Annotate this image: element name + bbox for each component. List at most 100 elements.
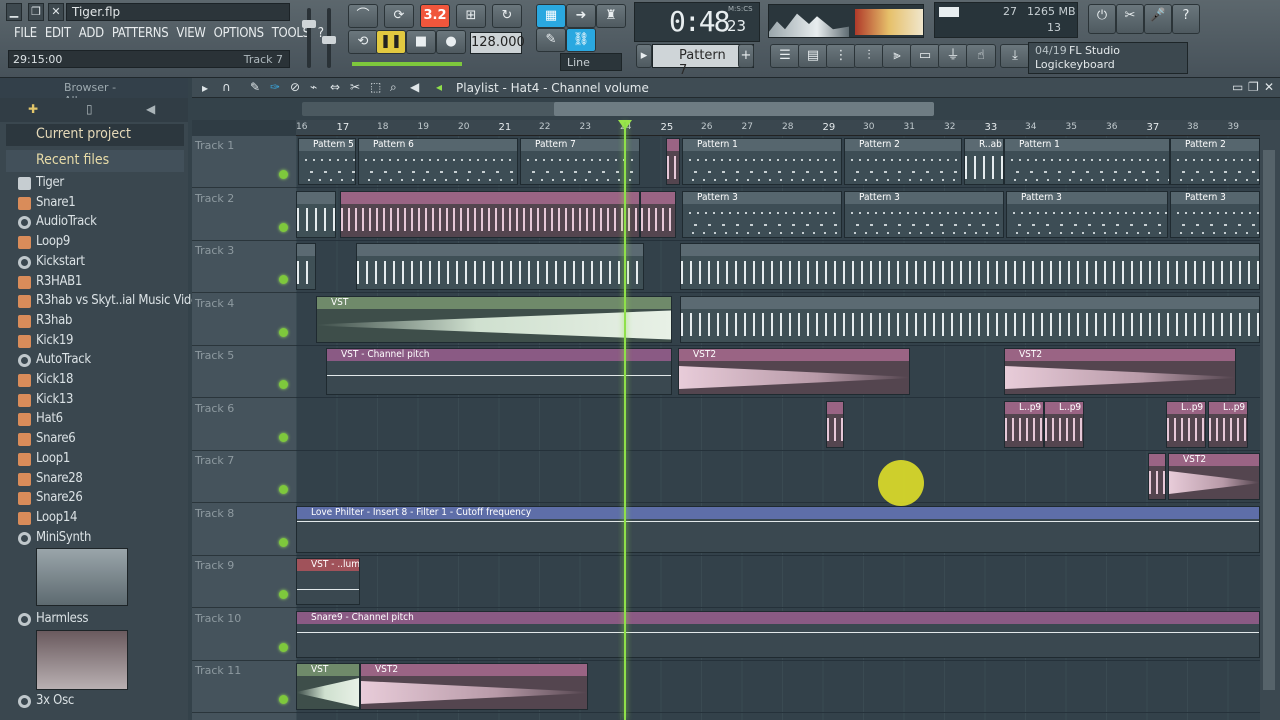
recent-files-folder[interactable]: Recent files (6, 150, 184, 172)
browser-item-harmless[interactable]: Harmless (0, 610, 188, 630)
window-minimize-icon[interactable]: ▭ (1232, 80, 1243, 94)
track-mute-led[interactable] (279, 170, 288, 179)
track-header[interactable]: Track 2 (192, 189, 296, 241)
menu-options[interactable]: OPTIONS (210, 24, 268, 44)
stop-button[interactable]: ■ (406, 30, 436, 54)
harmless-thumbnail[interactable] (36, 630, 128, 690)
loop-record-icon[interactable]: ↻ (492, 4, 522, 28)
delete-tool-icon[interactable]: ⊘ (290, 80, 300, 94)
browser-item[interactable]: Kick18 (0, 371, 188, 391)
playlist-clip[interactable]: VST2 (1168, 453, 1260, 500)
close-button[interactable]: ✕ (48, 3, 64, 21)
pencil-icon[interactable]: ✎ (536, 28, 566, 52)
wait-icon[interactable]: ⟳ (384, 4, 414, 28)
horizontal-scrollbar[interactable] (192, 98, 1280, 120)
pause-button[interactable]: ❚❚ (376, 30, 406, 54)
tools-icon[interactable]: ✂ (1116, 4, 1144, 34)
playlist-clip[interactable]: VST2 (1004, 348, 1236, 395)
playlist-clip[interactable]: Pattern 3 (844, 190, 1004, 238)
playlist-clip[interactable]: VST2 (360, 663, 588, 710)
time-display[interactable]: 0:48 23 M:S:CS (634, 2, 760, 42)
menu-file[interactable]: FILE (10, 24, 41, 44)
vertical-scrollbar[interactable] (1260, 120, 1280, 720)
track-mute-led[interactable] (279, 327, 288, 337)
playlist-clip[interactable]: VST (296, 663, 360, 710)
track-mute-led[interactable] (279, 380, 288, 389)
playlist-clip[interactable] (356, 243, 644, 290)
typing-keyboard-icon[interactable]: ♜ (596, 4, 626, 28)
browser-item[interactable]: Loop14 (0, 509, 188, 529)
track-mute-led[interactable] (279, 222, 288, 232)
playlist-clip[interactable]: Pattern 1 (682, 138, 842, 185)
zoom-tool-icon[interactable]: ⌕ (390, 80, 397, 95)
track-header[interactable]: Track 7 (192, 451, 296, 503)
browser-item[interactable]: Snare26 (0, 489, 188, 509)
playlist-clip[interactable]: Pattern 3 (1170, 190, 1260, 238)
browser-item[interactable]: AudioTrack (0, 213, 188, 233)
select-tool-icon[interactable]: ⬚ (370, 80, 381, 94)
playlist-clip[interactable] (680, 295, 1260, 343)
browser-item[interactable]: Kick13 (0, 391, 188, 411)
add-icon[interactable]: ✚ (28, 102, 38, 116)
playlist-clip[interactable] (296, 243, 316, 290)
playlist-clip[interactable]: Pattern 2 (1170, 138, 1260, 185)
paint-tool-icon[interactable]: ✑ (270, 80, 280, 94)
master-pitch-slider[interactable] (322, 8, 336, 68)
browser-icon[interactable]: ▭ (910, 44, 940, 68)
pattern-prev-icon[interactable]: ▸ (636, 44, 652, 68)
track-header[interactable]: Track 5 (192, 346, 296, 398)
playlist-clip[interactable] (1148, 453, 1166, 500)
track-lane[interactable] (296, 451, 1260, 503)
playlist-clip[interactable]: L..p9 (1004, 400, 1044, 448)
track-header[interactable]: Track 9 (192, 556, 296, 608)
track-header[interactable]: Track 6 (192, 399, 296, 451)
playlist-clip[interactable] (296, 190, 336, 238)
track-mute-led[interactable] (279, 590, 288, 599)
playlist-clip[interactable]: Pattern 5 (298, 138, 356, 185)
browser-item[interactable]: Hat6 (0, 410, 188, 430)
arrow-icon[interactable]: ➜ (566, 4, 596, 28)
browser-item[interactable]: Tiger (0, 174, 188, 194)
browser-item[interactable]: R3hab vs Skyt..ial Music Video) (0, 292, 209, 312)
playlist-clip[interactable] (640, 190, 676, 238)
playback-tool-icon[interactable]: ◀ (410, 80, 419, 94)
playlist-clip[interactable] (826, 400, 844, 448)
browser-item[interactable]: Loop9 (0, 233, 188, 253)
browser-item[interactable]: Kick19 (0, 332, 188, 352)
playlist-clip[interactable]: VST - ..lume (296, 558, 360, 605)
blend-icon[interactable]: ⊞ (456, 4, 486, 28)
playlist-grid[interactable]: Pattern 5 Pattern 6 Pattern 7 Pattern 1 Patt… (296, 136, 1260, 720)
pencil-tool-icon[interactable]: ✎ (250, 80, 260, 94)
position-bar[interactable] (352, 62, 462, 66)
playlist-clip[interactable]: Snare9 - Channel pitch (296, 610, 1260, 658)
playlist-clip[interactable]: Pattern 3 (1006, 190, 1168, 238)
playlist-clip[interactable]: VST - Channel pitch (326, 348, 672, 395)
track-mute-led[interactable] (279, 485, 288, 494)
browser-item[interactable]: Snare28 (0, 470, 188, 490)
metronome-icon[interactable]: ⌒ (348, 4, 378, 28)
playlist-clip[interactable]: R..ab (964, 138, 1004, 185)
mixer-icon[interactable]: ⫶ (854, 44, 884, 68)
power-icon[interactable]: ⏻ (1088, 4, 1116, 34)
window-maximize-icon[interactable]: ❐ (1248, 80, 1259, 94)
browser-item[interactable]: Kickstart (0, 253, 188, 273)
browser-label[interactable]: Browser - All (0, 78, 188, 107)
track-header[interactable]: Track 4 (192, 294, 296, 346)
file-icon[interactable]: ▯ (86, 102, 93, 116)
browser-item[interactable]: Snare1 (0, 194, 188, 214)
browser-item-3xosc[interactable]: 3x Osc (0, 692, 188, 712)
speaker-icon[interactable]: ◀ (146, 102, 155, 116)
track-mute-led[interactable] (279, 275, 288, 284)
playlist-icon[interactable]: ▦ (536, 4, 566, 28)
track-header[interactable]: Track 10 (192, 609, 296, 661)
menu-add[interactable]: ADD (75, 24, 108, 44)
playlist-window-icon[interactable]: ☰ (770, 44, 800, 68)
slip-tool-icon[interactable]: ⇔ (330, 80, 340, 94)
track-header[interactable]: Track 11 (192, 661, 296, 713)
pattern-add-icon[interactable]: + (738, 44, 754, 68)
channel-rack-icon[interactable]: ⋮ (826, 44, 856, 68)
magnet-icon[interactable]: ∩ (222, 80, 231, 94)
track-mute-led[interactable] (279, 432, 288, 442)
playlist-clip[interactable]: Love Philter - Insert 8 - Filter 1 - Cut… (296, 505, 1260, 553)
playlist-clip[interactable]: Pattern 6 (358, 138, 518, 185)
